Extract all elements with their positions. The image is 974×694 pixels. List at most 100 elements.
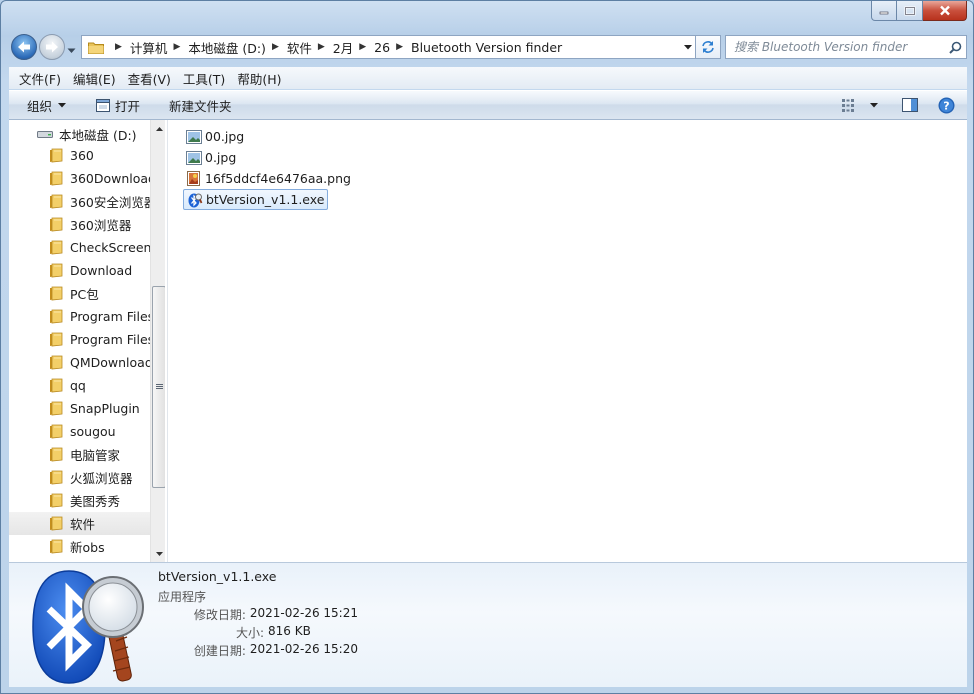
search-input[interactable]	[734, 37, 944, 57]
breadcrumb-26[interactable]: 26	[374, 40, 390, 55]
folder-icon	[50, 447, 63, 462]
menu-help[interactable]: 帮助(H)	[231, 69, 287, 88]
command-bar: 组织 打开 新建文件夹 ?	[9, 90, 967, 120]
breadcrumb-separator-icon[interactable]: ▶	[173, 42, 180, 52]
breadcrumb-separator-icon[interactable]: ▶	[396, 42, 403, 52]
chevron-down-icon	[870, 102, 878, 107]
close-icon	[939, 5, 950, 16]
nav-pane-scrollbar[interactable]	[150, 120, 165, 562]
chevron-down-icon	[684, 44, 692, 49]
tree-item-folder[interactable]: 美图秀秀	[9, 489, 150, 512]
maximize-button[interactable]	[897, 1, 923, 21]
file-name: 0.jpg	[205, 150, 237, 165]
refresh-button[interactable]	[695, 35, 721, 59]
preview-pane-icon	[902, 98, 918, 112]
help-icon: ?	[938, 97, 955, 113]
scroll-down-button[interactable]	[151, 545, 165, 562]
tree-item-drive-d[interactable]: 本地磁盘 (D:)	[37, 124, 137, 144]
tree-item-folder[interactable]: 新obs	[9, 535, 150, 558]
explorer-window: ▶ 计算机 ▶ 本地磁盘 (D:) ▶ 软件 ▶ 2月 ▶ 26 ▶ Bluet…	[0, 0, 974, 694]
arrow-right-icon	[46, 41, 58, 53]
tree-item-folder[interactable]: 360Download	[9, 167, 150, 190]
menu-view[interactable]: 查看(V)	[122, 69, 177, 88]
maximize-icon	[904, 6, 915, 15]
menu-bar: 文件(F) 编辑(E) 查看(V) 工具(T) 帮助(H)	[9, 67, 967, 89]
file-name: 16f5ddcf4e6476aa.png	[205, 171, 351, 186]
view-controls: ?	[842, 91, 955, 119]
search-box[interactable]	[725, 35, 967, 59]
search-icon[interactable]	[944, 41, 966, 54]
folder-icon	[50, 401, 63, 416]
breadcrumb-separator-icon[interactable]: ▶	[272, 42, 279, 52]
caption-buttons	[871, 1, 967, 21]
breadcrumb-separator-icon[interactable]: ▶	[359, 42, 366, 52]
tree-item-folder[interactable]: 软件	[9, 512, 150, 535]
details-modified-row: 修改日期: 2021-02-26 15:21	[158, 606, 358, 623]
folder-icon	[50, 240, 63, 255]
tree-item-folder[interactable]: Download	[9, 259, 150, 282]
tree-item-folder[interactable]: 电脑管家	[9, 443, 150, 466]
file-item-btversion-exe[interactable]: btVersion_v1.1.exe	[183, 189, 329, 210]
tree-item-folder[interactable]: 360安全浏览器	[9, 190, 150, 213]
breadcrumb-computer[interactable]: 计算机	[130, 38, 168, 57]
tree-item-label: Program Files	[70, 309, 150, 324]
tree-item-folder[interactable]: CheckScreen	[9, 236, 150, 259]
breadcrumb-current-folder[interactable]: Bluetooth Version finder	[411, 40, 562, 55]
forward-button[interactable]	[39, 34, 65, 60]
breadcrumb-separator-icon[interactable]: ▶	[115, 42, 122, 52]
menu-file[interactable]: 文件(F)	[13, 69, 67, 88]
new-folder-button[interactable]: 新建文件夹	[169, 91, 232, 119]
folder-icon	[50, 424, 63, 439]
back-button[interactable]	[11, 34, 37, 60]
breadcrumb-separator-icon[interactable]: ▶	[318, 42, 325, 52]
help-button[interactable]: ?	[938, 91, 955, 119]
chevron-up-icon	[155, 126, 163, 131]
content-area: 本地磁盘 (D:) 360 360Download 360安全浏览器 360浏览器 Ch…	[9, 120, 967, 562]
tree-item-folder[interactable]: PC包	[9, 282, 150, 305]
tree-item-folder[interactable]: Program Files	[9, 328, 150, 351]
change-view-button[interactable]	[842, 91, 878, 119]
address-bar[interactable]: ▶ 计算机 ▶ 本地磁盘 (D:) ▶ 软件 ▶ 2月 ▶ 26 ▶ Bluet…	[81, 35, 721, 59]
tree-item-folder[interactable]: Program Files	[9, 305, 150, 328]
tree-item-folder[interactable]: QMDownload	[9, 351, 150, 374]
breadcrumb-february[interactable]: 2月	[333, 38, 353, 57]
file-item-png[interactable]: 16f5ddcf4e6476aa.png	[183, 168, 354, 189]
menu-edit[interactable]: 编辑(E)	[67, 69, 122, 88]
organize-button[interactable]: 组织	[27, 91, 67, 119]
details-size-label: 大小:	[235, 626, 264, 640]
tree-item-folder[interactable]: sougou	[9, 420, 150, 443]
address-history-dropdown[interactable]	[681, 35, 695, 59]
minimize-button[interactable]	[871, 1, 897, 21]
close-button[interactable]	[923, 1, 967, 21]
tree-item-folder[interactable]: qq	[9, 374, 150, 397]
breadcrumb-software[interactable]: 软件	[287, 38, 312, 57]
details-created-value: 2021-02-26 15:20	[249, 642, 358, 656]
tree-item-label: qq	[70, 378, 86, 393]
navigation-row: ▶ 计算机 ▶ 本地磁盘 (D:) ▶ 软件 ▶ 2月 ▶ 26 ▶ Bluet…	[9, 33, 967, 61]
folder-icon	[88, 42, 104, 54]
folder-icon	[50, 217, 63, 232]
tree-item-label: 火狐浏览器	[70, 471, 133, 486]
folder-icon	[50, 309, 63, 324]
menu-tools[interactable]: 工具(T)	[177, 69, 231, 88]
tree-item-folder[interactable]: 360浏览器	[9, 213, 150, 236]
grip-icon	[155, 384, 163, 389]
tree-item-label: 360Download	[70, 171, 150, 186]
recent-pages-dropdown[interactable]	[67, 43, 76, 57]
file-item-0-jpg[interactable]: 0.jpg	[183, 147, 239, 168]
tree-item-folder[interactable]: 火狐浏览器	[9, 466, 150, 489]
tree-item-folder[interactable]: SnapPlugin	[9, 397, 150, 420]
tree-item-folder[interactable]: 360	[9, 144, 150, 167]
folder-icon	[50, 516, 63, 531]
tree-item-label: QMDownload	[70, 355, 150, 370]
scroll-up-button[interactable]	[151, 120, 165, 137]
folder-icon	[50, 378, 63, 393]
open-button[interactable]: 打开	[96, 91, 140, 119]
breadcrumb-drive-d[interactable]: 本地磁盘 (D:)	[188, 38, 266, 57]
preview-pane-button[interactable]	[902, 91, 918, 119]
file-item-00-jpg[interactable]: 00.jpg	[183, 126, 247, 147]
arrow-left-icon	[18, 41, 30, 53]
tree-item-label: CheckScreen	[70, 240, 150, 255]
details-created-row: 创建日期: 2021-02-26 15:20	[158, 642, 358, 659]
scroll-thumb[interactable]	[152, 286, 165, 488]
